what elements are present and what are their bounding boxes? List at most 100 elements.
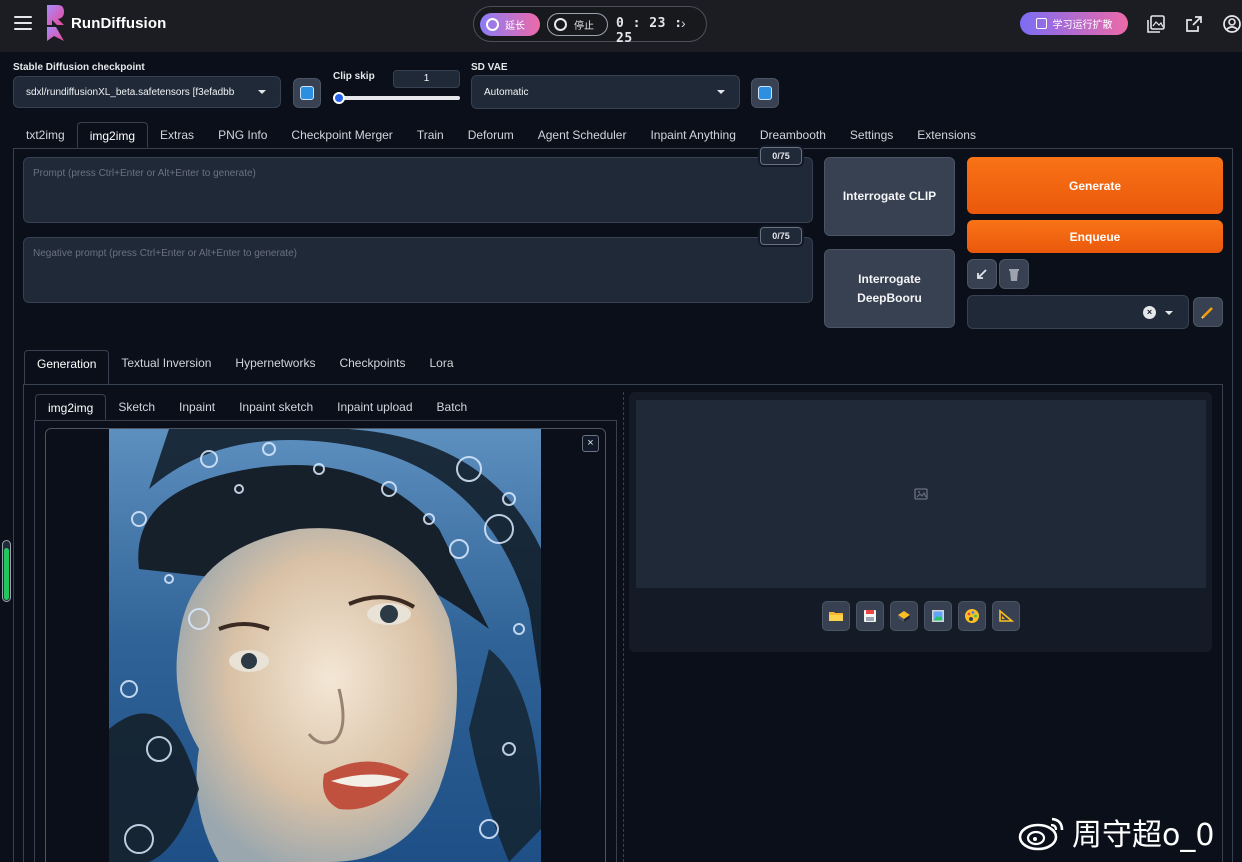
apply-styles-button[interactable] xyxy=(967,259,997,289)
tab-mode-inpaint-sketch[interactable]: Inpaint sketch xyxy=(227,394,325,420)
tab-mode-batch[interactable]: Batch xyxy=(425,394,480,420)
brand-name: RunDiffusion xyxy=(71,14,167,32)
negative-prompt-token-counter: 0/75 xyxy=(760,227,802,245)
clip-skip-label: Clip skip xyxy=(333,71,375,82)
tab-textual-inversion[interactable]: Textual Inversion xyxy=(109,350,223,377)
input-image[interactable] xyxy=(109,429,541,862)
tab-generation[interactable]: Generation xyxy=(24,350,110,385)
clip-skip-slider[interactable] xyxy=(334,96,460,100)
tab-deforum[interactable]: Deforum xyxy=(456,122,526,148)
chevron-down-icon xyxy=(258,90,266,94)
send-to-img2img-button[interactable] xyxy=(924,601,952,631)
zip-icon xyxy=(898,611,910,622)
learn-button[interactable]: 学习运行扩散 xyxy=(1020,12,1128,35)
tab-checkpoints[interactable]: Checkpoints xyxy=(327,350,417,377)
save-icon xyxy=(864,610,876,622)
tab-txt2img[interactable]: txt2img xyxy=(14,122,77,148)
checkpoint-label: Stable Diffusion checkpoint xyxy=(13,62,145,73)
styles-select[interactable]: × xyxy=(967,295,1189,329)
prompt-input[interactable]: Prompt (press Ctrl+Enter or Alt+Enter to… xyxy=(23,157,813,223)
refresh-vae-button[interactable] xyxy=(751,78,779,108)
output-image-area xyxy=(636,400,1206,588)
scroll-progress-fill xyxy=(4,548,9,600)
image-placeholder-icon xyxy=(914,488,928,500)
session-controls: 延长 停止 0 : 23 : 25 › xyxy=(473,6,707,46)
tab-extras[interactable]: Extras xyxy=(148,122,206,148)
learn-label: 学习运行扩散 xyxy=(1052,20,1113,31)
send-to-inpaint-icon xyxy=(965,609,979,623)
stop-session-button[interactable]: 停止 xyxy=(547,13,608,36)
tab-checkpoint-merger[interactable]: Checkpoint Merger xyxy=(279,122,404,148)
tab-agent-scheduler[interactable]: Agent Scheduler xyxy=(526,122,639,148)
tab-mode-inpaint-upload[interactable]: Inpaint upload xyxy=(325,394,424,420)
main-tabs: txt2img img2img Extras PNG Info Checkpoi… xyxy=(14,122,988,148)
vae-label: SD VAE xyxy=(471,62,508,73)
tab-png-info[interactable]: PNG Info xyxy=(206,122,279,148)
session-timer: 0 : 23 : 25 xyxy=(616,16,683,46)
vae-value: Automatic xyxy=(484,86,529,98)
enqueue-button[interactable]: Enqueue xyxy=(967,220,1223,253)
remove-image-button[interactable]: × xyxy=(582,435,599,452)
negative-prompt-placeholder: Negative prompt (press Ctrl+Enter or Alt… xyxy=(33,248,298,259)
checkpoint-select[interactable]: sdxl/rundiffusionXL_beta.safetensors [f3… xyxy=(13,76,281,108)
folder-icon xyxy=(829,612,843,621)
watermark: 周守超o_0 xyxy=(1018,810,1214,854)
open-folder-button[interactable] xyxy=(822,601,850,631)
send-to-extras-icon xyxy=(999,609,1014,622)
stop-icon xyxy=(554,18,567,31)
rundiffusion-logo-icon xyxy=(47,5,64,41)
gallery-icon[interactable] xyxy=(1146,14,1166,34)
save-button[interactable] xyxy=(856,601,884,631)
pencil-icon xyxy=(1201,307,1213,319)
external-link-icon[interactable] xyxy=(1184,14,1204,34)
edit-styles-button[interactable] xyxy=(1193,297,1223,327)
watermark-text: 周守超o_0 xyxy=(1072,818,1215,853)
refresh-icon xyxy=(758,86,772,100)
extend-session-button[interactable]: 延长 xyxy=(480,13,540,36)
prompt-placeholder: Prompt (press Ctrl+Enter or Alt+Enter to… xyxy=(33,168,256,179)
tab-hypernetworks[interactable]: Hypernetworks xyxy=(223,350,327,377)
account-icon[interactable] xyxy=(1222,14,1242,34)
checkpoint-value: sdxl/rundiffusionXL_beta.safetensors [f3… xyxy=(26,86,235,98)
top-bar: RunDiffusion 延长 停止 0 : 23 : 25 › 学习运行扩散 xyxy=(0,0,1242,52)
brand-logo[interactable]: RunDiffusion xyxy=(44,3,166,43)
tab-inpaint-anything[interactable]: Inpaint Anything xyxy=(638,122,747,148)
book-icon xyxy=(1035,18,1047,29)
weibo-logo-icon xyxy=(1018,817,1064,851)
tab-mode-sketch[interactable]: Sketch xyxy=(106,394,167,420)
zip-button[interactable] xyxy=(890,601,918,631)
tab-settings[interactable]: Settings xyxy=(838,122,905,148)
generate-button[interactable]: Generate xyxy=(967,157,1223,214)
tab-train[interactable]: Train xyxy=(405,122,456,148)
chevron-right-icon[interactable]: › xyxy=(681,15,686,31)
trash-icon xyxy=(1009,269,1019,281)
extra-networks-tabs: Generation Textual Inversion Hypernetwor… xyxy=(24,350,466,385)
tab-lora[interactable]: Lora xyxy=(418,350,466,377)
arrow-down-left-icon xyxy=(977,269,987,279)
clip-skip-slider-thumb[interactable] xyxy=(333,92,345,104)
clip-skip-value-input[interactable]: 1 xyxy=(393,70,460,88)
menu-icon[interactable] xyxy=(14,16,32,30)
scroll-progress-indicator[interactable] xyxy=(2,540,11,602)
interrogate-deepbooru-button[interactable]: Interrogate DeepBooru xyxy=(824,249,955,328)
tab-mode-img2img[interactable]: img2img xyxy=(35,394,107,420)
clock-icon xyxy=(486,18,499,31)
refresh-checkpoint-button[interactable] xyxy=(293,78,321,108)
vae-select[interactable]: Automatic xyxy=(471,75,740,109)
column-divider xyxy=(623,392,624,862)
interrogate-clip-button[interactable]: Interrogate CLIP xyxy=(824,157,955,236)
send-to-extras-button[interactable] xyxy=(992,601,1020,631)
deepbooru-label-line2: DeepBooru xyxy=(857,290,922,305)
negative-prompt-input[interactable]: Negative prompt (press Ctrl+Enter or Alt… xyxy=(23,237,813,303)
stop-label: 停止 xyxy=(574,21,594,32)
tab-dreambooth[interactable]: Dreambooth xyxy=(748,122,838,148)
tab-extensions[interactable]: Extensions xyxy=(905,122,988,148)
clear-prompt-button[interactable] xyxy=(999,259,1029,289)
send-to-inpaint-button[interactable] xyxy=(958,601,986,631)
send-to-img2img-icon xyxy=(932,610,944,622)
prompt-token-counter: 0/75 xyxy=(760,147,802,165)
clear-styles-icon[interactable]: × xyxy=(1143,306,1156,319)
tab-mode-inpaint[interactable]: Inpaint xyxy=(167,394,227,420)
chevron-down-icon xyxy=(1165,311,1173,315)
tab-img2img[interactable]: img2img xyxy=(76,122,149,148)
